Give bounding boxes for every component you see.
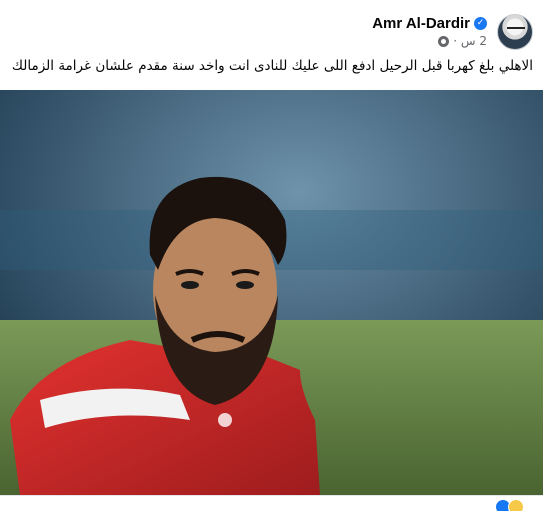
post-footer — [0, 495, 543, 511]
haha-reaction-icon — [508, 499, 524, 511]
author-row: Amr Al-Dardir ✓ — [372, 15, 487, 32]
globe-icon — [438, 35, 450, 47]
post-caption: الاهلي بلغ كهربا قبل الرحيل ادفع اللى عل… — [10, 58, 533, 74]
author-name[interactable]: Amr Al-Dardir — [372, 15, 470, 32]
post-header: Amr Al-Dardir ✓ 2 س · — [0, 0, 543, 56]
verified-badge-icon: ✓ — [474, 17, 487, 30]
author-avatar[interactable] — [497, 14, 533, 50]
reaction-summary[interactable] — [495, 499, 524, 511]
post-photo[interactable] — [0, 90, 543, 495]
player-illustration — [0, 90, 543, 495]
caption-text: الاهلي بلغ كهربا قبل الرحيل ادفع اللى عل… — [11, 58, 533, 74]
post-meta: 2 س · — [438, 34, 487, 48]
post-time[interactable]: 2 س · — [453, 34, 487, 48]
facebook-post: Amr Al-Dardir ✓ 2 س · الاهلي بلغ كهربا ق… — [0, 0, 543, 511]
